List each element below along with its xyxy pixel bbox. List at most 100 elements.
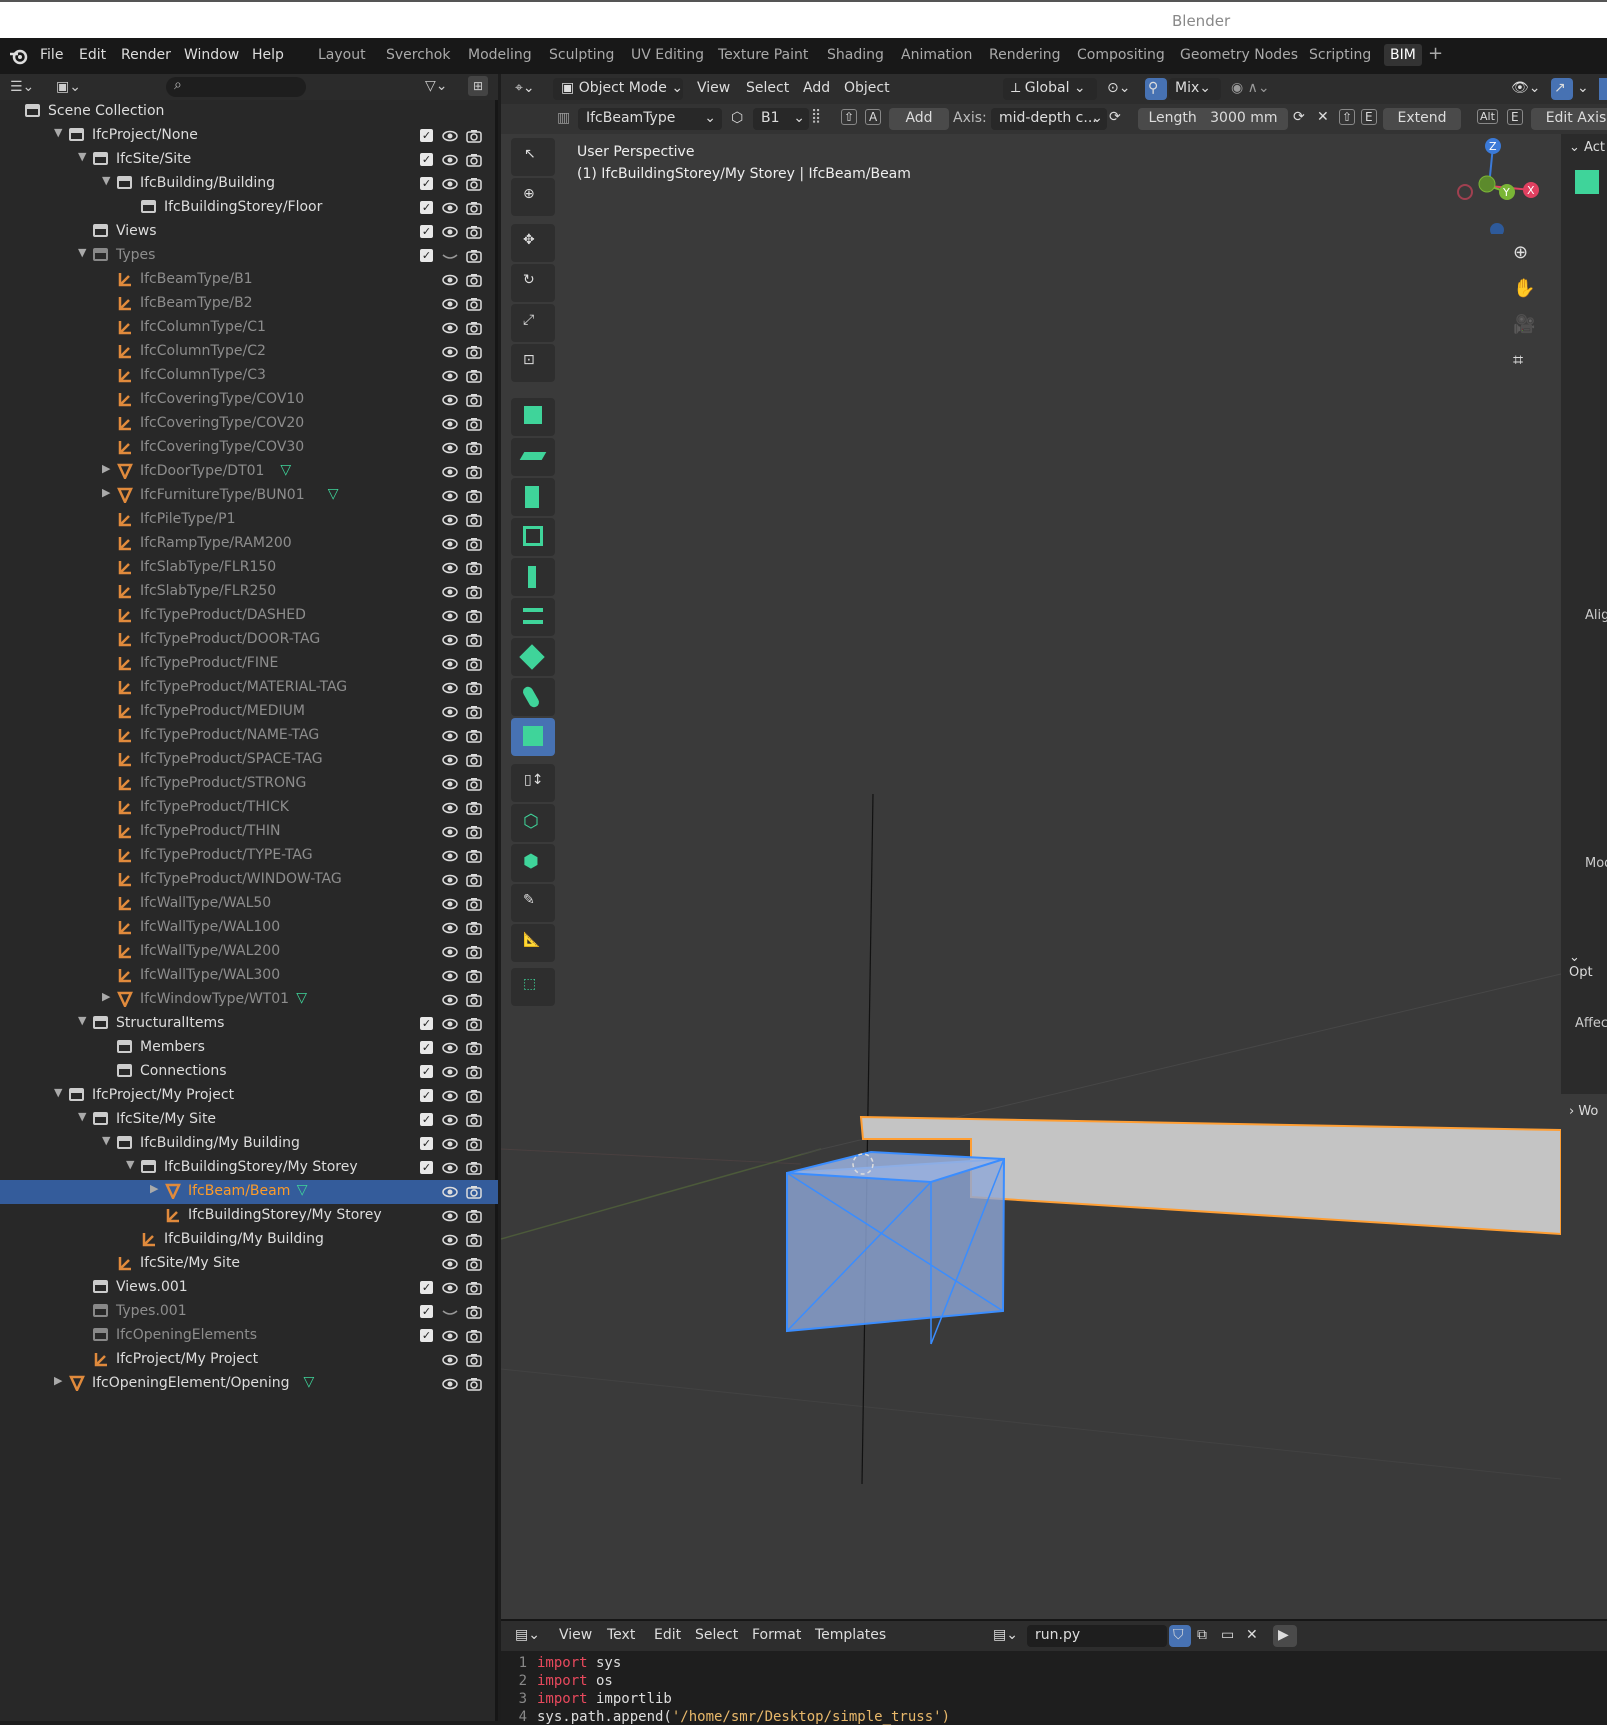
camera-render-icon[interactable] [466,560,482,576]
outliner-row[interactable]: IfcBeamType/B2 [0,292,498,316]
ifc-pipe-tool-icon[interactable] [511,678,555,716]
eye-icon[interactable] [442,1016,458,1032]
code-line[interactable]: 4 sys.path.append('/home/smr/Desktop/simp… [501,1709,950,1725]
camera-render-icon[interactable] [466,1304,482,1320]
eye-icon[interactable] [442,488,458,504]
mode-select[interactable]: ▣ Object Mode ⌄ [553,78,683,100]
eye-icon[interactable] [442,1352,458,1368]
expand-right-icon[interactable]: ▶ [150,1182,158,1195]
outliner-row[interactable]: IfcTypeProduct/THIN [0,820,498,844]
mesh-data-icon[interactable]: ▽ [304,1374,315,1390]
camera-render-icon[interactable] [466,608,482,624]
outliner-row[interactable]: ▼ IfcBuilding/My Building ✓ [0,1132,498,1156]
eye-icon[interactable] [442,992,458,1008]
camera-render-icon[interactable] [466,272,482,288]
expand-right-icon[interactable]: ▶ [102,990,110,1003]
outliner-row[interactable]: IfcTypeProduct/SPACE-TAG [0,748,498,772]
workspace-tab-animation[interactable]: Animation [901,47,972,63]
outliner-row[interactable]: Views.001 ✓ [0,1276,498,1300]
exclude-checkbox[interactable]: ✓ [420,1041,433,1054]
add-button[interactable]: Add [889,108,949,130]
menu-render[interactable]: Render [121,47,171,63]
length-field[interactable]: Length 3000 mm [1138,108,1288,130]
outliner-row[interactable]: IfcOpeningElements ✓ [0,1324,498,1348]
eye-icon[interactable] [442,1112,458,1128]
gizmo-neg-z-ball[interactable] [1490,223,1504,234]
outliner-row[interactable]: IfcTypeProduct/MEDIUM [0,700,498,724]
eye-icon[interactable] [442,1232,458,1248]
outliner-row[interactable]: IfcProject/My Project [0,1348,498,1372]
ifc-type-select[interactable]: IfcBeamType ⌄ [578,108,722,130]
scale-tool-icon[interactable]: ⤢ [511,304,555,342]
camera-render-icon[interactable] [466,704,482,720]
outliner-row[interactable]: ▼ StructuralItems ✓ [0,1012,498,1036]
expand-down-icon[interactable]: ▼ [102,174,110,187]
camera-view-icon[interactable]: 🎥 [1513,314,1535,335]
expand-down-icon[interactable]: ▼ [126,1158,134,1171]
text-menu-edit[interactable]: Edit [654,1627,681,1643]
camera-render-icon[interactable] [466,200,482,216]
eye-icon[interactable] [442,1328,458,1344]
workspace-tab-texture-paint[interactable]: Texture Paint [718,47,808,63]
camera-render-icon[interactable] [466,176,482,192]
outliner-row[interactable]: Scene Collection [0,100,498,124]
outliner-row[interactable]: IfcTypeProduct/STRONG [0,772,498,796]
outliner-row[interactable]: ▼ IfcSite/My Site ✓ [0,1108,498,1132]
camera-render-icon[interactable] [466,1160,482,1176]
eye-closed-icon[interactable] [442,1304,458,1320]
code-line[interactable]: 3 import importlib [501,1691,672,1707]
recalc-icon[interactable]: ⟳ [1293,109,1305,125]
camera-render-icon[interactable] [466,1016,482,1032]
outliner-row[interactable]: IfcTypeProduct/FINE [0,652,498,676]
outliner-row[interactable]: ▶ IfcBeam/Beam ▽ [0,1180,498,1204]
ifc-roof-tool-icon[interactable] [511,638,555,676]
camera-render-icon[interactable] [466,320,482,336]
outliner-row[interactable]: IfcCoveringType/COV10 [0,388,498,412]
mesh-data-icon[interactable]: ▽ [296,990,307,1006]
camera-render-icon[interactable] [466,536,482,552]
axis-select[interactable]: mid-depth c... ⌄ [991,108,1107,130]
camera-render-icon[interactable] [466,512,482,528]
outliner-row[interactable]: ▶ IfcDoorType/DT01 ▽ [0,460,498,484]
camera-render-icon[interactable] [466,632,482,648]
camera-render-icon[interactable] [466,296,482,312]
zoom-icon[interactable]: ⊕ [1513,242,1528,263]
structural-tool-icon[interactable]: ⬢ [511,844,555,882]
text-menu-text[interactable]: Text [607,1627,635,1643]
exclude-checkbox[interactable]: ✓ [420,249,433,262]
camera-render-icon[interactable] [466,896,482,912]
edit-axis-button[interactable]: Edit Axis [1531,108,1607,130]
camera-render-icon[interactable] [466,1232,482,1248]
mesh-data-icon[interactable]: ▽ [297,1182,308,1198]
gizmo-neg-y-ball[interactable] [1478,175,1496,193]
camera-render-icon[interactable] [466,1136,482,1152]
eye-icon[interactable] [442,824,458,840]
eye-icon[interactable] [442,872,458,888]
outliner-row[interactable]: Views ✓ [0,220,498,244]
gizmo-toggle-icon[interactable]: ↗ [1551,78,1573,100]
exclude-checkbox[interactable]: ✓ [420,1161,433,1174]
display-mode-icon[interactable]: ▣⌄ [56,79,81,95]
outliner-row[interactable]: IfcBuildingStorey/My Storey [0,1204,498,1228]
camera-render-icon[interactable] [466,1328,482,1344]
exclude-checkbox[interactable]: ✓ [420,1065,433,1078]
camera-render-icon[interactable] [466,488,482,504]
ifc-wall-tool-icon[interactable] [511,398,555,436]
camera-render-icon[interactable] [466,1040,482,1056]
outliner-row[interactable]: IfcColumnType/C3 [0,364,498,388]
exclude-checkbox[interactable]: ✓ [420,1113,433,1126]
eye-icon[interactable] [442,512,458,528]
viewport-menu-view[interactable]: View [697,80,730,96]
viewport-scene[interactable] [501,134,1561,1619]
ortho-grid-icon[interactable]: ⌗ [1513,350,1523,371]
outliner-row[interactable]: Types.001 ✓ [0,1300,498,1324]
eye-icon[interactable] [442,608,458,624]
camera-render-icon[interactable] [466,1280,482,1296]
camera-render-icon[interactable] [466,824,482,840]
eye-icon[interactable] [442,776,458,792]
outliner-row[interactable]: ▼ IfcBuilding/Building ✓ [0,172,498,196]
eye-icon[interactable] [442,1184,458,1200]
ifc-column-tool-icon[interactable] [511,558,555,596]
eye-icon[interactable] [442,272,458,288]
exclude-checkbox[interactable]: ✓ [420,1281,433,1294]
